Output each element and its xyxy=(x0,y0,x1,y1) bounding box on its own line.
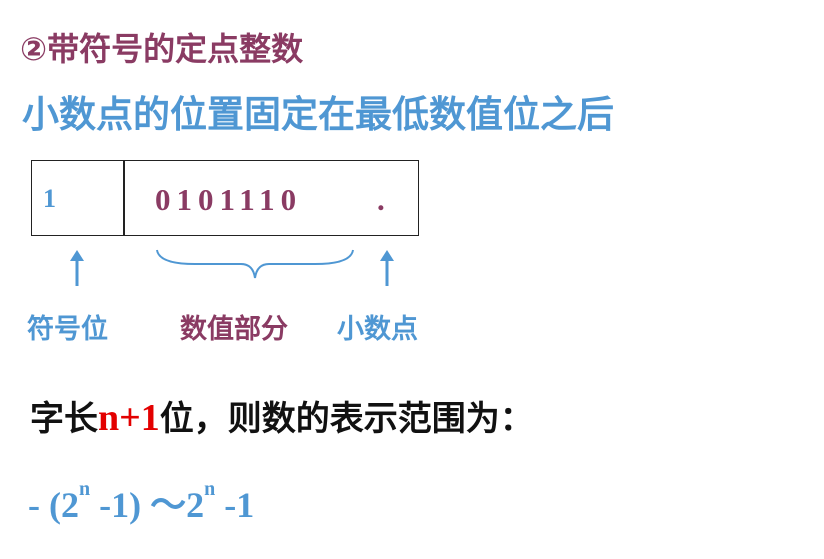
formula-part1: - (2 xyxy=(28,485,79,525)
register-divider xyxy=(123,161,125,235)
decimal-point-value: . xyxy=(377,182,385,217)
range-prefix: 字长 xyxy=(30,399,98,439)
slide-title: ②带符号的定点整数 xyxy=(20,30,304,68)
range-suffix: 位，则数的表示范围为： xyxy=(159,399,534,439)
up-arrow-icon xyxy=(70,250,84,286)
decimal-point-label: 小数点 xyxy=(337,314,418,345)
formula-part2: -1) ～2 xyxy=(90,485,205,525)
brace-icon xyxy=(156,249,354,279)
up-arrow-icon xyxy=(380,250,394,286)
slide-subtitle: 小数点的位置固定在最低数值位之后 xyxy=(22,93,614,136)
range-formula: - (2n -1) ～2n -1 xyxy=(28,476,254,528)
range-statement: 字长n+1位，则数的表示范围为： xyxy=(30,391,534,440)
word-length-highlight: n+1 xyxy=(98,397,160,439)
sign-bit-label: 符号位 xyxy=(27,314,108,345)
sign-bit-value: 1 xyxy=(43,184,56,213)
formula-part3: -1 xyxy=(215,485,255,525)
formula-exponent-2: n xyxy=(204,478,216,500)
formula-exponent-1: n xyxy=(78,478,91,500)
magnitude-label: 数值部分 xyxy=(180,314,288,345)
magnitude-bits-value: 0101110 xyxy=(155,182,303,217)
